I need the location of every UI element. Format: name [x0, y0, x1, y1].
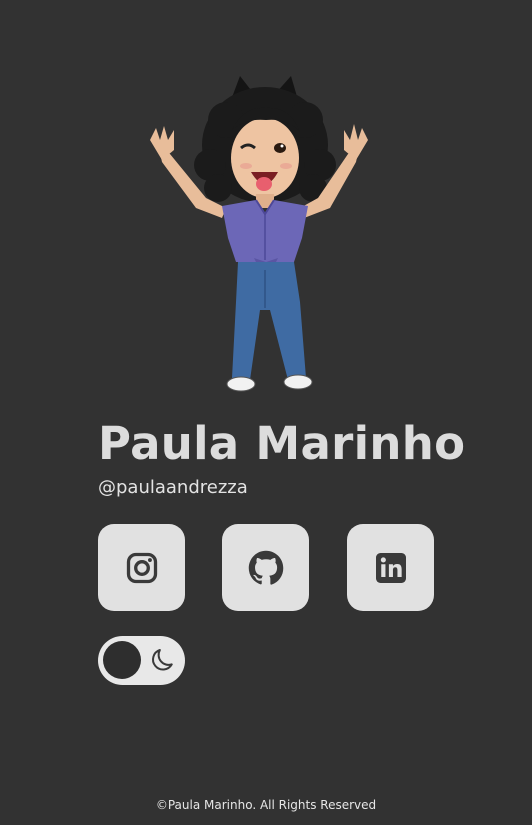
- theme-toggle[interactable]: [98, 636, 185, 685]
- instagram-button[interactable]: [98, 524, 185, 611]
- toggle-knob: [103, 641, 141, 679]
- avatar: [148, 70, 370, 400]
- instagram-icon: [126, 552, 157, 583]
- bitmoji-avatar-icon: [150, 76, 368, 392]
- github-button[interactable]: [222, 524, 309, 611]
- linkedin-button[interactable]: [347, 524, 434, 611]
- profile-handle: @paulaandrezza: [98, 477, 248, 498]
- profile-name: Paula Marinho: [98, 417, 466, 470]
- moon-icon: [148, 645, 178, 675]
- github-icon: [248, 550, 283, 585]
- footer-copyright: ©Paula Marinho. All Rights Reserved: [155, 798, 377, 812]
- linkedin-icon: [375, 552, 406, 583]
